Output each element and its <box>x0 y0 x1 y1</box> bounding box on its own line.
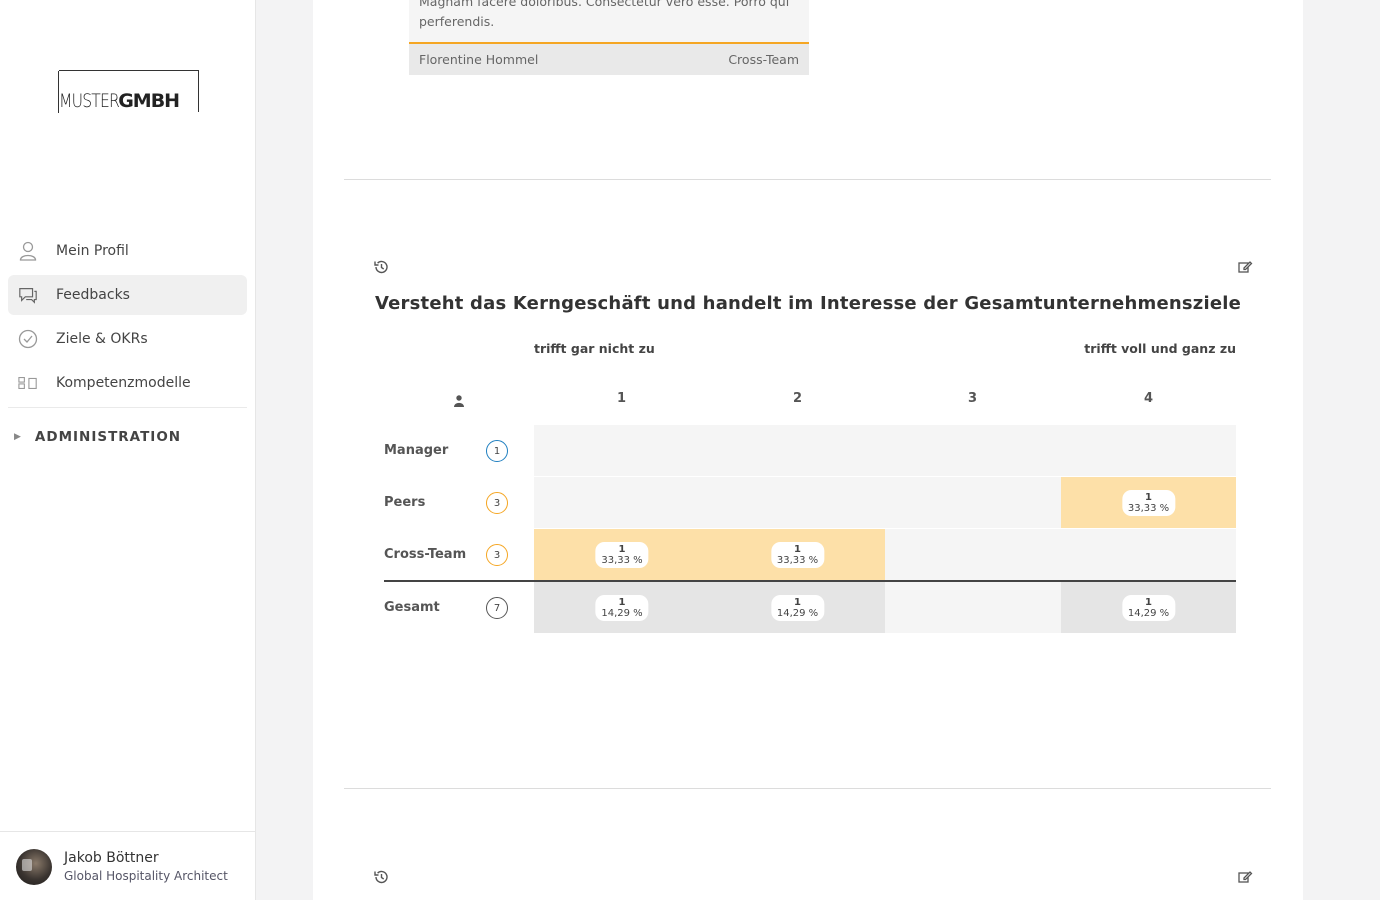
edit-icon[interactable] <box>1237 869 1253 885</box>
response-count-badge: 1 <box>486 440 508 462</box>
matrix-cell <box>534 477 710 528</box>
feedback-author: Florentine Hommel <box>419 52 539 67</box>
column-header-1: 1 <box>616 391 627 406</box>
cell-count: 1 <box>794 596 801 608</box>
cell-value-bubble: 1 33,33 % <box>770 541 825 568</box>
matrix-cell <box>710 477 885 528</box>
section-divider <box>344 788 1271 789</box>
matrix-cell <box>885 477 1061 528</box>
nav-item-label: Kompetenzmodelle <box>56 375 191 391</box>
matrix-cell <box>1061 425 1236 476</box>
row-label: Manager <box>384 443 449 458</box>
cell-value-bubble: 1 14,29 % <box>595 594 649 621</box>
feedback-card: Magnam facere doloribus. Consectetur ver… <box>409 0 809 75</box>
matrix-cell: 1 33,33 % <box>710 529 885 580</box>
person-icon <box>454 392 464 407</box>
chat-icon <box>18 285 38 305</box>
nav-section-administration[interactable]: ▶ ADMINISTRATION <box>14 429 181 445</box>
user-role: Global Hospitality Architect <box>64 869 228 883</box>
nav-item-kompetenzmodelle[interactable]: Kompetenzmodelle <box>8 363 247 403</box>
company-logo[interactable]: MUSTERGMBH <box>58 70 199 113</box>
matrix-cell: 1 14,29 % <box>1061 582 1236 633</box>
matrix-cell <box>885 425 1061 476</box>
avatar <box>16 849 52 885</box>
cell-count: 1 <box>618 543 626 555</box>
feedback-card-footer: Florentine Hommel Cross-Team <box>409 42 809 75</box>
row-label: Gesamt <box>384 600 440 615</box>
cell-percentage: 33,33 % <box>1127 502 1170 514</box>
cell-count: 1 <box>1145 491 1152 503</box>
column-header-4: 4 <box>1143 391 1154 406</box>
column-header-2: 2 <box>792 391 803 406</box>
question-title: Versteht das Kerngeschäft und handelt im… <box>374 293 1242 314</box>
matrix-cell <box>885 529 1061 580</box>
response-count-badge: 3 <box>486 492 508 514</box>
main-nav: Mein Profil Feedbacks Ziele & OKRs Kompe… <box>8 231 247 408</box>
cell-value-bubble: 1 33,33 % <box>1121 489 1176 516</box>
cell-percentage: 33,33 % <box>776 554 819 566</box>
column-header-3: 3 <box>967 391 978 406</box>
scale-low-label: trifft gar nicht zu <box>534 341 655 356</box>
nav-item-label: Mein Profil <box>56 243 129 259</box>
edit-icon[interactable] <box>1237 259 1253 275</box>
caret-right-icon: ▶ <box>14 432 22 442</box>
matrix-cell: 1 33,33 % <box>1061 477 1236 528</box>
cell-percentage: 14,29 % <box>776 607 819 619</box>
cell-count: 1 <box>1145 596 1152 608</box>
cell-value-bubble: 1 14,29 % <box>1121 594 1176 621</box>
nav-item-label: Ziele & OKRs <box>56 331 148 347</box>
user-name: Jakob Böttner <box>64 850 159 866</box>
cell-count: 1 <box>794 543 801 555</box>
row-label: Cross-Team <box>384 547 467 562</box>
section-divider <box>344 179 1271 180</box>
sidebar: MUSTERGMBH Mein Profil Feedbacks Ziele &… <box>0 0 256 900</box>
nav-section-label: ADMINISTRATION <box>34 429 182 445</box>
logo-text-thin: MUSTER <box>59 90 120 112</box>
history-icon[interactable] <box>373 869 389 885</box>
matrix-cell <box>710 425 885 476</box>
cell-count: 1 <box>618 596 626 608</box>
main-content: Magnam facere doloribus. Consectetur ver… <box>313 0 1303 900</box>
nav-item-label: Feedbacks <box>56 287 130 303</box>
feedback-card-text: Magnam facere doloribus. Consectetur ver… <box>419 0 790 29</box>
nav-item-ziele-okrs[interactable]: Ziele & OKRs <box>8 319 247 359</box>
check-circle-icon <box>18 329 38 349</box>
feedback-group: Cross-Team <box>728 52 799 67</box>
matrix-cell: 1 14,29 % <box>710 582 885 633</box>
matrix-cell <box>1061 529 1236 580</box>
cell-value-bubble: 1 33,33 % <box>595 541 649 568</box>
user-panel[interactable]: Jakob Böttner Global Hospitality Archite… <box>0 831 255 900</box>
nav-divider <box>8 407 247 408</box>
logo-text-bold: GMBH <box>118 90 180 112</box>
nav-item-mein-profil[interactable]: Mein Profil <box>8 231 247 271</box>
model-icon <box>18 373 38 393</box>
row-label: Peers <box>384 495 426 510</box>
cell-value-bubble: 1 14,29 % <box>770 594 825 621</box>
matrix-cell: 1 14,29 % <box>534 582 710 633</box>
nav-item-feedbacks[interactable]: Feedbacks <box>8 275 247 315</box>
matrix-cell <box>885 582 1061 633</box>
person-icon <box>18 241 38 261</box>
response-count-badge: 7 <box>486 597 508 619</box>
cell-percentage: 14,29 % <box>601 607 643 619</box>
matrix-cell: 1 33,33 % <box>534 529 710 580</box>
response-count-badge: 3 <box>486 544 508 566</box>
scale-high-label: trifft voll und ganz zu <box>1084 341 1236 356</box>
cell-percentage: 33,33 % <box>601 554 643 566</box>
cell-percentage: 14,29 % <box>1127 607 1170 619</box>
history-icon[interactable] <box>373 259 389 275</box>
matrix-cell <box>534 425 710 476</box>
